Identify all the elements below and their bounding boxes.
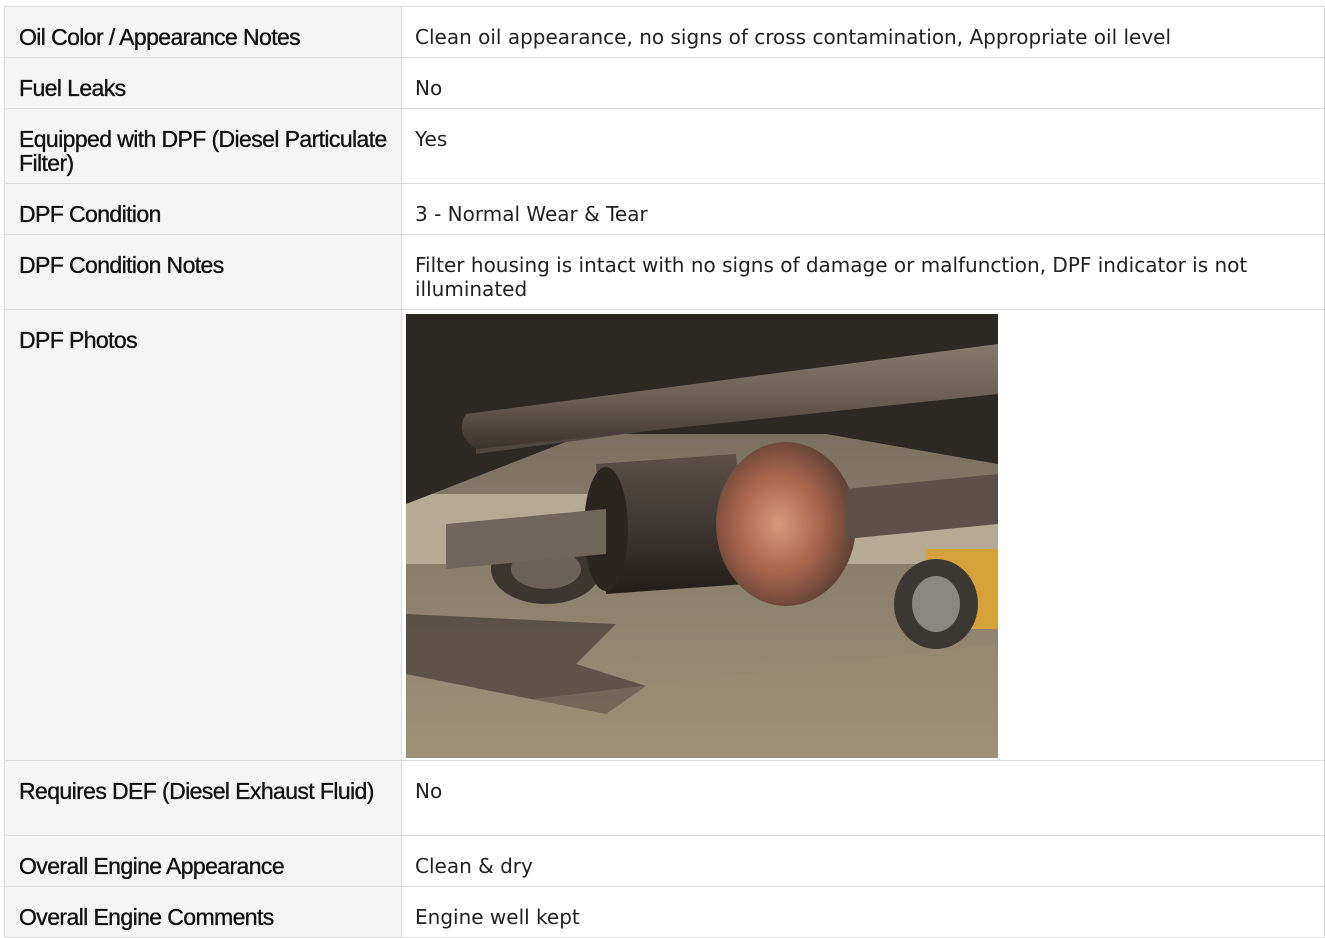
- label-cell: Overall Engine Appearance: [4, 835, 402, 887]
- row-value-equipped-dpf: Yes: [415, 127, 448, 151]
- label-cell: DPF Condition: [4, 183, 402, 235]
- row-value-dpf-condition: 3 - Normal Wear & Tear: [415, 202, 648, 226]
- row-label-overall-engine-appearance: Overall Engine Appearance: [19, 853, 285, 879]
- row-value-oil-color: Clean oil appearance, no signs of cross …: [415, 25, 1172, 49]
- row-label-oil-color: Oil Color / Appearance Notes: [19, 24, 301, 50]
- table-row: Fuel Leaks No: [4, 57, 1325, 109]
- table-row: Oil Color / Appearance Notes Clean oil a…: [4, 6, 1325, 58]
- value-cell: 3 - Normal Wear & Tear: [401, 183, 1325, 235]
- row-label-dpf-photos: DPF Photos: [19, 327, 138, 353]
- row-value-dpf-condition-notes: Filter housing is intact with no signs o…: [415, 253, 1248, 301]
- row-value-overall-engine-comments: Engine well kept: [415, 905, 580, 929]
- value-cell: No: [401, 57, 1325, 109]
- row-value-requires-def: No: [415, 779, 443, 803]
- dpf-photo[interactable]: [406, 314, 998, 758]
- value-cell: Filter housing is intact with no signs o…: [401, 234, 1325, 310]
- label-cell: Equipped with DPF (Diesel Particulate Fi…: [4, 108, 402, 184]
- value-cell: Yes: [401, 108, 1325, 184]
- row-value-fuel-leaks: No: [415, 76, 443, 100]
- row-label-equipped-dpf: Equipped with DPF (Diesel Particulate Fi…: [19, 126, 388, 176]
- label-cell: DPF Condition Notes: [4, 234, 402, 310]
- row-label-dpf-condition-notes: DPF Condition Notes: [19, 252, 225, 278]
- row-value-overall-engine-appearance: Clean & dry: [415, 854, 533, 878]
- table-row: Requires DEF (Diesel Exhaust Fluid) No: [4, 760, 1325, 836]
- table-row: DPF Condition 3 - Normal Wear & Tear: [4, 183, 1325, 235]
- table-row: Equipped with DPF (Diesel Particulate Fi…: [4, 108, 1325, 184]
- table-row: DPF Condition Notes Filter housing is in…: [4, 234, 1325, 310]
- row-label-fuel-leaks: Fuel Leaks: [19, 75, 126, 101]
- row-label-requires-def: Requires DEF (Diesel Exhaust Fluid): [19, 778, 375, 804]
- label-cell: Overall Engine Comments: [4, 886, 402, 938]
- label-cell: Oil Color / Appearance Notes: [4, 6, 402, 58]
- label-cell: Fuel Leaks: [4, 57, 402, 109]
- value-cell: Clean & dry: [401, 835, 1325, 887]
- table-row: DPF Photos: [4, 309, 1325, 761]
- value-cell: Clean oil appearance, no signs of cross …: [401, 6, 1325, 58]
- value-cell: Engine well kept: [401, 886, 1325, 938]
- inspection-report: Oil Color / Appearance Notes Clean oil a…: [4, 6, 1325, 938]
- label-cell: DPF Photos: [4, 309, 402, 761]
- row-label-dpf-condition: DPF Condition: [19, 201, 162, 227]
- value-cell: [401, 309, 1325, 761]
- inspection-table: Oil Color / Appearance Notes Clean oil a…: [4, 6, 1325, 938]
- row-label-overall-engine-comments: Overall Engine Comments: [19, 904, 275, 930]
- dpf-underside-photo-image: [406, 314, 998, 758]
- table-row: Overall Engine Comments Engine well kept: [4, 886, 1325, 938]
- label-cell: Requires DEF (Diesel Exhaust Fluid): [4, 760, 402, 836]
- value-cell: No: [401, 760, 1325, 836]
- table-row: Overall Engine Appearance Clean & dry: [4, 835, 1325, 887]
